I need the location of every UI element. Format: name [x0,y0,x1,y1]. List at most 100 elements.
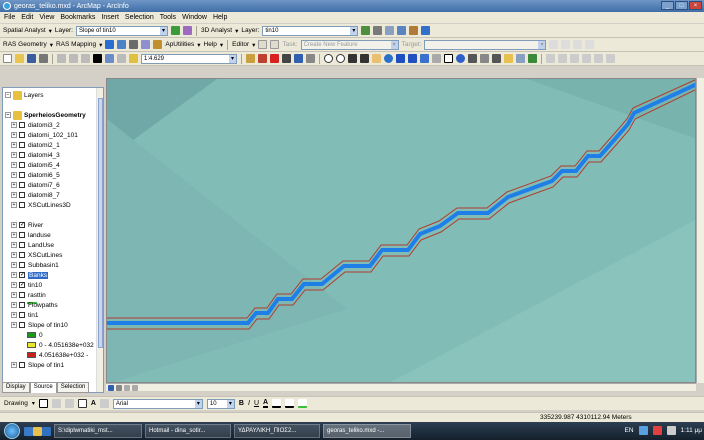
back-icon[interactable] [396,54,405,63]
3d-analyst-menu[interactable]: 3D Analyst [201,27,232,34]
expand-toggle[interactable]: + [11,302,17,308]
toc-layer-row[interactable]: + Subbasin1 [11,260,59,270]
toc-layer-row[interactable]: + diatomi8_7 [11,190,60,200]
layer-visibility-checkbox[interactable] [19,232,25,238]
toc-group-sperheios[interactable]: − SperheiosGeometry [5,110,86,120]
undo-icon[interactable] [105,54,114,63]
select-features-icon[interactable] [420,54,429,63]
toc-layer-row[interactable]: + diatomi7_6 [11,180,60,190]
snap-icon[interactable] [546,54,555,63]
steepest-path-icon[interactable] [397,26,407,35]
cut-icon[interactable] [57,54,66,63]
layer-name[interactable]: diatomi5_4 [28,162,60,169]
toc-layer-row[interactable]: + landuse [11,230,51,240]
ras-storage-icon[interactable] [141,40,151,49]
new-document-icon[interactable] [3,54,12,63]
fixed-zoom-out-icon[interactable] [360,54,369,63]
time-slider-icon[interactable] [528,54,537,63]
open-icon[interactable] [15,54,24,63]
command-line-icon[interactable] [282,54,291,63]
underline-button[interactable]: U [254,400,259,407]
tab-source[interactable]: Source [29,382,57,393]
layer-name[interactable]: tin10 [28,282,42,289]
layout-view-icon[interactable] [116,384,122,391]
editor-menu[interactable]: Editor [232,41,249,48]
line-of-sight-icon[interactable] [385,26,395,35]
layer-name[interactable]: Banks [28,271,49,279]
edit-vertices-icon[interactable] [99,399,109,408]
expand-toggle[interactable]: + [11,152,17,158]
layer-name[interactable]: diatomi7_6 [28,182,60,189]
expand-toggle[interactable]: + [11,142,17,148]
zoom-out-icon[interactable] [336,54,345,63]
layer-name[interactable]: diatomi2_1 [28,142,60,149]
layer-visibility-checkbox[interactable] [19,252,25,258]
whats-this-icon[interactable] [306,54,315,63]
expand-toggle[interactable]: + [11,122,17,128]
layer-name[interactable]: diatomi6_5 [28,172,60,179]
expand-toggle[interactable]: + [11,162,17,168]
toc-layer-row[interactable]: + ✓ tin10 [11,280,42,290]
layer-name[interactable]: rasttin [28,292,46,299]
ras-layer-icon[interactable] [105,40,115,49]
arctoolbox-icon[interactable] [258,54,267,63]
menu-bookmarks[interactable]: Bookmarks [60,14,95,21]
spatial-layer-select[interactable]: Slope of tin10 [75,25,168,36]
menu-selection[interactable]: Selection [125,14,154,21]
layer-name[interactable]: Slope of tin1 [28,362,64,369]
quicklaunch-explorer-icon[interactable] [33,426,42,436]
interpolate-icon[interactable] [361,26,371,35]
select-elements-draw-icon[interactable] [38,399,48,408]
close-button[interactable]: × [689,1,702,10]
paste-icon[interactable] [81,54,90,63]
forward-icon[interactable] [408,54,417,63]
pan-icon[interactable] [372,54,381,63]
layer-name[interactable]: diatomi8_7 [28,192,60,199]
toc-layer-row[interactable]: + Flowpaths [11,300,58,310]
target-select[interactable] [424,39,547,50]
editor-toolbar-icon[interactable] [246,54,255,63]
map-scale-select[interactable]: 1:4.629 [141,53,237,64]
expand-toggle[interactable]: + [11,362,17,368]
layer-visibility-checkbox[interactable] [19,312,25,318]
layer-visibility-checkbox[interactable] [19,172,25,178]
marker-color-icon[interactable] [298,399,308,408]
layer-visibility-checkbox[interactable] [19,202,25,208]
zoom-whole-page-icon[interactable] [64,399,74,408]
contour-icon[interactable] [182,26,192,35]
pause-drawing-icon[interactable] [132,384,138,391]
layer-visibility-checkbox[interactable] [19,162,25,168]
full-extent-icon[interactable] [384,54,393,63]
go-to-xy-icon[interactable] [480,54,489,63]
identify-icon[interactable] [456,54,465,63]
expand-toggle[interactable]: + [11,172,17,178]
layer-name[interactable]: diatomi3_2 [28,122,60,129]
layer-visibility-checkbox[interactable]: ✓ [19,272,25,278]
toc-layer-row[interactable]: + diatomi6_5 [11,170,60,180]
network-icon[interactable] [638,426,648,435]
spatial-analyst-menu[interactable]: Spatial Analyst [3,27,46,34]
expand-toggle[interactable]: + [11,282,17,288]
expand-toggle[interactable]: + [11,322,17,328]
toc-layer-row[interactable]: + ✓ River [11,220,43,230]
font-select[interactable]: Arial [112,398,203,409]
task-explorer[interactable]: S:\diplwmatiki_mst... [54,424,142,438]
layer-name[interactable]: XSCutLines [28,252,62,259]
toc-layer-row[interactable]: + Slope of tin1 [11,360,64,370]
layer-name[interactable]: XSCutLines3D [28,202,71,209]
layer-name[interactable]: tin1 [28,312,38,319]
map-horizontal-scrollbar[interactable] [106,383,696,391]
quicklaunch-desktop-icon[interactable] [42,426,51,436]
toc-layer-row[interactable]: + tin1 [11,310,38,320]
toc-layer-row[interactable]: + diatomi5_4 [11,160,60,170]
print-icon[interactable] [39,54,48,63]
bold-button[interactable]: B [239,400,244,407]
layer-name[interactable]: Flowpaths [28,302,58,309]
toc-layers-root[interactable]: − Layers [5,90,44,100]
layer-visibility-checkbox[interactable] [19,362,25,368]
layer-name[interactable]: diatomi_102_101 [28,132,78,139]
expand-toggle[interactable]: + [11,262,17,268]
italic-button[interactable]: I [248,400,250,407]
layer-visibility-checkbox[interactable]: ✓ [19,222,25,228]
ras-cross-section-icon[interactable] [117,40,127,49]
